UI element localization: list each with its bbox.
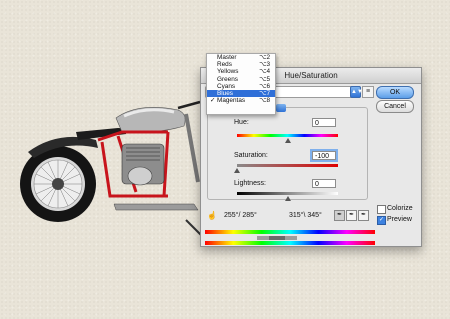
preview-label: Preview bbox=[387, 216, 412, 223]
menu-item-cyans[interactable]: Cyans ⌥6 bbox=[207, 83, 275, 90]
range-left-value: 255°/ 285° bbox=[224, 212, 257, 219]
menu-item-shortcut: ⌥3 bbox=[259, 61, 270, 69]
exhaust bbox=[113, 203, 199, 211]
lightness-input[interactable]: 0 bbox=[312, 179, 336, 188]
motorcycle-image bbox=[20, 100, 209, 243]
menu-item-label: Reds bbox=[217, 61, 232, 69]
colorize-label: Colorize bbox=[387, 205, 413, 212]
colorize-checkbox[interactable] bbox=[377, 205, 386, 214]
source-color-bar bbox=[205, 230, 375, 234]
eyedropper-minus-icon[interactable]: ✒ bbox=[358, 210, 369, 221]
cancel-button[interactable]: Cancel bbox=[376, 100, 414, 113]
menu-item-yellows[interactable]: Yellows ⌥4 bbox=[207, 68, 275, 75]
menu-item-reds[interactable]: Reds ⌥3 bbox=[207, 61, 275, 68]
saturation-slider-thumb[interactable] bbox=[234, 168, 240, 173]
menu-item-shortcut: ⌥6 bbox=[259, 82, 270, 90]
menu-item-label: Yellows bbox=[217, 68, 239, 76]
preview-checkbox[interactable]: ✓ bbox=[377, 216, 386, 225]
result-color-bar bbox=[205, 241, 375, 245]
menu-item-label: Blues bbox=[217, 89, 233, 97]
menu-item-label: Magentas bbox=[217, 97, 246, 105]
color-range-slider[interactable] bbox=[205, 236, 375, 240]
menu-item-shortcut: ⌥7 bbox=[259, 89, 270, 97]
saturation-slider-track[interactable] bbox=[237, 164, 338, 167]
edit-group-box bbox=[207, 107, 368, 200]
menu-item-shortcut: ⌥5 bbox=[259, 75, 270, 83]
menu-item-shortcut: ⌥2 bbox=[259, 54, 270, 61]
color-range-core[interactable] bbox=[269, 236, 285, 240]
menu-item-shortcut: ⌥4 bbox=[259, 68, 270, 76]
hue-label: Hue: bbox=[234, 119, 249, 126]
checkmark-icon: ✓ bbox=[210, 97, 216, 105]
hand-adjust-icon[interactable]: ☝ bbox=[207, 211, 217, 220]
menu-item-label: Master bbox=[217, 54, 237, 61]
menu-item-greens[interactable]: Greens ⌥5 bbox=[207, 76, 275, 83]
hue-slider-thumb[interactable] bbox=[284, 138, 291, 143]
menu-item-label: Cyans bbox=[217, 82, 236, 90]
menu-item-magentas[interactable]: ✓ Magentas ⌥8 bbox=[207, 97, 275, 104]
saturation-label: Saturation: bbox=[234, 152, 268, 159]
eyedropper-icon[interactable]: ✒ bbox=[334, 210, 345, 221]
preset-options-icon[interactable]: ≡ bbox=[362, 86, 374, 98]
eyedropper-plus-icon[interactable]: ✒ bbox=[346, 210, 357, 221]
menu-item-master[interactable]: Master ⌥2 bbox=[207, 54, 275, 61]
lightness-slider-track[interactable] bbox=[237, 192, 338, 195]
menu-item-blues[interactable]: Blues ⌥7 bbox=[207, 89, 275, 98]
menu-item-label: Greens bbox=[217, 75, 238, 83]
lightness-slider-thumb[interactable] bbox=[284, 196, 291, 201]
edit-dropdown-arrow-icon[interactable] bbox=[276, 104, 286, 112]
lightness-label: Lightness: bbox=[234, 180, 266, 187]
hue-slider-track[interactable] bbox=[237, 134, 338, 137]
hue-input[interactable]: 0 bbox=[312, 118, 336, 127]
dropdown-arrow-icon[interactable]: ▲▼ bbox=[350, 86, 363, 98]
range-right-value: 315°\ 345° bbox=[289, 212, 322, 219]
edit-channel-menu: Master ⌥2 Reds ⌥3 Yellows ⌥4 Greens ⌥5 Cyans ⌥6 Bl… bbox=[206, 53, 276, 115]
saturation-input[interactable]: -100 bbox=[312, 151, 336, 160]
ok-button[interactable]: OK bbox=[376, 86, 414, 99]
menu-item-shortcut: ⌥8 bbox=[259, 97, 270, 105]
